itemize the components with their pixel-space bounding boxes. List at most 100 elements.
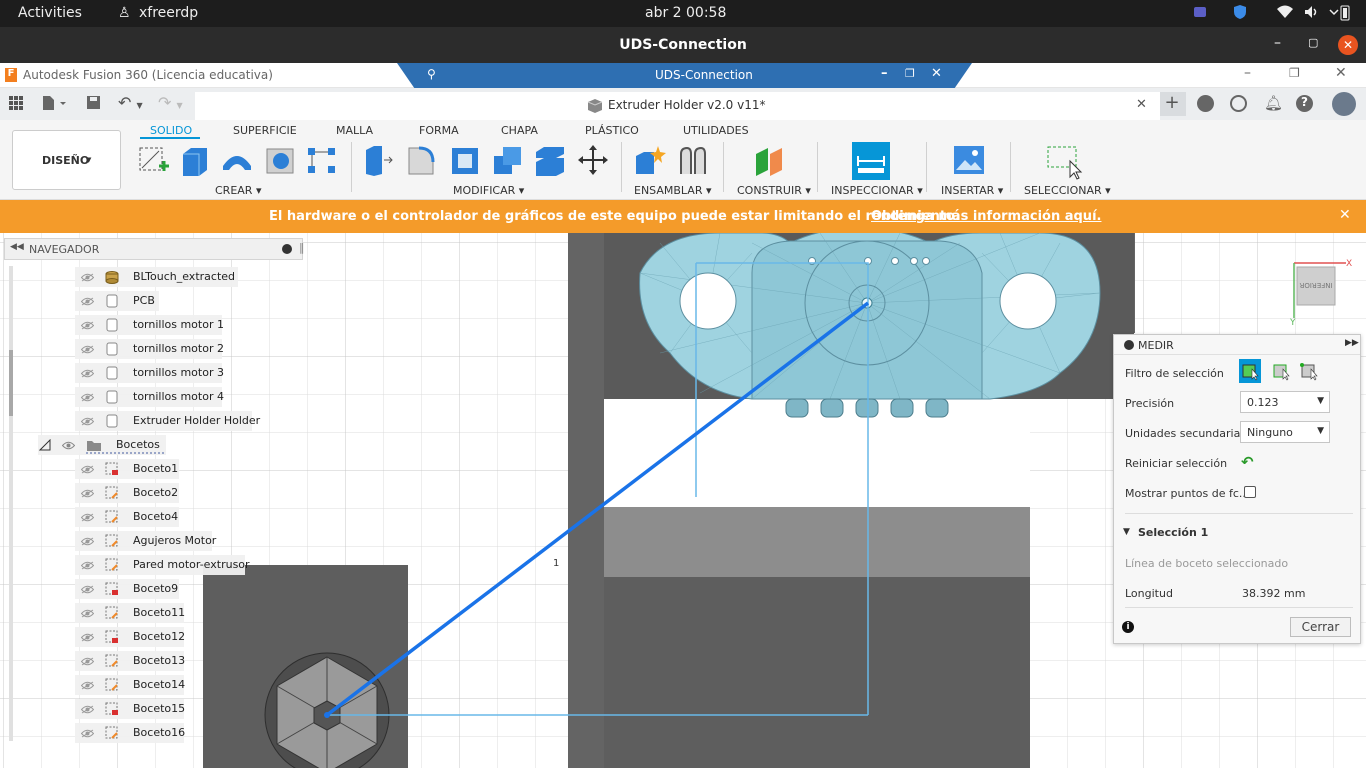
tree-item-body[interactable]: tornillos motor 1	[75, 315, 224, 335]
save-icon[interactable]	[86, 95, 101, 114]
teams-icon[interactable]	[1192, 4, 1208, 20]
visibility-eye-icon[interactable]	[80, 560, 95, 570]
app-menu[interactable]: xfreerdp	[139, 5, 198, 21]
tree-item-sketch[interactable]: Boceto2	[75, 483, 179, 503]
tab-superficie[interactable]: SUPERFICIE	[233, 124, 297, 137]
job-status-icon[interactable]	[1230, 95, 1247, 112]
tab-forma[interactable]: FORMA	[419, 124, 459, 137]
rdp-close-button[interactable]: ✕	[931, 66, 942, 81]
tab-utilidades[interactable]: UTILIDADES	[683, 124, 749, 137]
chevron-down-icon[interactable]	[1329, 5, 1339, 23]
measure-tool-button[interactable]	[852, 142, 890, 180]
new-component-icon[interactable]	[634, 144, 666, 176]
create-sketch-icon[interactable]	[137, 144, 169, 176]
tree-item-sketch[interactable]: Boceto1	[75, 459, 179, 479]
visibility-eye-icon[interactable]	[80, 512, 95, 522]
wifi-icon[interactable]	[1276, 5, 1294, 23]
filter-edge-button[interactable]	[1270, 359, 1292, 386]
visibility-eye-icon[interactable]	[80, 272, 95, 282]
group-ensamblar[interactable]: ENSAMBLAR ▾	[634, 184, 712, 197]
apps-grid-icon[interactable]	[9, 96, 24, 115]
tree-item-body[interactable]: tornillos motor 2	[75, 339, 224, 359]
visibility-eye-icon[interactable]	[80, 416, 95, 426]
visibility-eye-icon[interactable]	[80, 344, 95, 354]
filter-face-button[interactable]	[1239, 359, 1261, 383]
body-light-slot[interactable]	[604, 507, 1030, 577]
new-tab-button[interactable]: +	[1158, 92, 1186, 116]
tree-item-body[interactable]: tornillos motor 4	[75, 387, 224, 407]
visibility-eye-icon[interactable]	[80, 608, 95, 618]
help-icon[interactable]: ?	[1296, 95, 1313, 112]
visibility-eye-icon[interactable]	[80, 680, 95, 690]
fusion-close-button[interactable]: ✕	[1335, 65, 1347, 81]
minimize-navigator-icon[interactable]	[282, 244, 292, 254]
pin-icon[interactable]: ⚲	[427, 67, 436, 81]
bell-icon[interactable]: 🔔︎	[1264, 94, 1283, 112]
fusion-minimize-button[interactable]: –	[1244, 65, 1251, 81]
redo-icon[interactable]: ↷ ▼	[158, 93, 183, 112]
visibility-eye-icon[interactable]	[80, 536, 95, 546]
group-modificar[interactable]: MODIFICAR ▾	[453, 184, 524, 197]
split-body-icon[interactable]	[534, 144, 566, 176]
tree-folder-bocetos[interactable]: Bocetos	[38, 435, 166, 455]
rdp-restore-button[interactable]: ❐	[905, 67, 915, 80]
workspace-switcher[interactable]: DISEÑO ▼	[12, 130, 121, 190]
activities-button[interactable]: Activities	[18, 5, 82, 21]
minimize-button[interactable]: –	[1274, 35, 1281, 51]
close-tab-icon[interactable]: ✕	[1136, 97, 1147, 112]
close-measure-button[interactable]: Cerrar	[1290, 617, 1351, 637]
selection-header[interactable]: Selección 1	[1138, 526, 1208, 539]
expand-panel-icon[interactable]: ▶▶	[1345, 338, 1359, 348]
tab-solido[interactable]: SOLIDO	[150, 124, 192, 137]
shell-icon[interactable]	[448, 144, 480, 176]
tree-item-sketch[interactable]: Pared motor-extrusor	[75, 555, 250, 575]
visibility-eye-icon[interactable]	[80, 632, 95, 642]
info-icon[interactable]: i	[1122, 621, 1134, 633]
tree-item-sketch[interactable]: Boceto14	[75, 675, 185, 695]
minimize-panel-icon[interactable]	[1124, 340, 1134, 350]
tab-malla[interactable]: MALLA	[336, 124, 373, 137]
collapse-navigator-icon[interactable]: ◀◀	[10, 242, 24, 252]
select-icon[interactable]	[1046, 144, 1086, 184]
group-seleccionar[interactable]: SELECCIONAR ▾	[1024, 184, 1111, 197]
group-construir[interactable]: CONSTRUIR ▾	[737, 184, 811, 197]
offset-plane-icon[interactable]	[754, 144, 786, 176]
tree-item-body[interactable]: Extruder Holder Holder	[75, 411, 260, 431]
revolve-icon[interactable]	[221, 144, 253, 176]
units-dropdown[interactable]: Ninguno ▼	[1240, 421, 1330, 443]
navigator-grip-icon[interactable]: ‖	[299, 241, 305, 254]
press-pull-icon[interactable]	[362, 144, 394, 176]
pattern-icon[interactable]	[306, 144, 338, 176]
close-warning-icon[interactable]: ✕	[1339, 207, 1351, 223]
undo-icon[interactable]: ↶ ▼	[118, 93, 143, 112]
caret-down-icon[interactable]: ▼	[1123, 527, 1130, 537]
filter-vertex-button[interactable]	[1298, 359, 1320, 386]
group-insertar[interactable]: INSERTAR ▾	[941, 184, 1003, 197]
hole-icon[interactable]	[264, 144, 296, 176]
tree-item-sketch[interactable]: Boceto11	[75, 603, 185, 623]
tab-chapa[interactable]: CHAPA	[501, 124, 538, 137]
avatar[interactable]	[1332, 92, 1356, 116]
visibility-eye-icon[interactable]	[80, 296, 95, 306]
tab-plastico[interactable]: PLÁSTICO	[585, 124, 639, 137]
battery-icon[interactable]	[1340, 4, 1350, 26]
extrude-icon[interactable]	[179, 144, 211, 176]
group-inspeccionar[interactable]: INSPECCIONAR ▾	[831, 184, 923, 197]
tree-item-body[interactable]: BLTouch_extracted	[75, 267, 238, 287]
volume-icon[interactable]	[1304, 5, 1320, 23]
tree-item-body[interactable]: tornillos motor 3	[75, 363, 224, 383]
clock[interactable]: abr 2 00:58	[645, 5, 726, 21]
close-button[interactable]: ✕	[1338, 35, 1358, 55]
maximize-button[interactable]: ▢	[1308, 36, 1318, 49]
move-icon[interactable]	[577, 144, 609, 176]
rdp-minimize-button[interactable]: –	[881, 66, 888, 81]
navigator-scroll-thumb[interactable]	[9, 350, 13, 416]
tree-item-sketch[interactable]: Boceto4	[75, 507, 179, 527]
extensions-icon[interactable]	[1197, 95, 1214, 112]
tree-item-sketch[interactable]: Boceto16	[75, 723, 185, 743]
tree-item-body[interactable]: PCB	[75, 291, 159, 311]
tree-item-sketch[interactable]: Agujeros Motor	[75, 531, 216, 551]
visibility-eye-icon[interactable]	[80, 584, 95, 594]
tree-item-sketch[interactable]: Boceto15	[75, 699, 185, 719]
visibility-eye-icon[interactable]	[80, 656, 95, 666]
